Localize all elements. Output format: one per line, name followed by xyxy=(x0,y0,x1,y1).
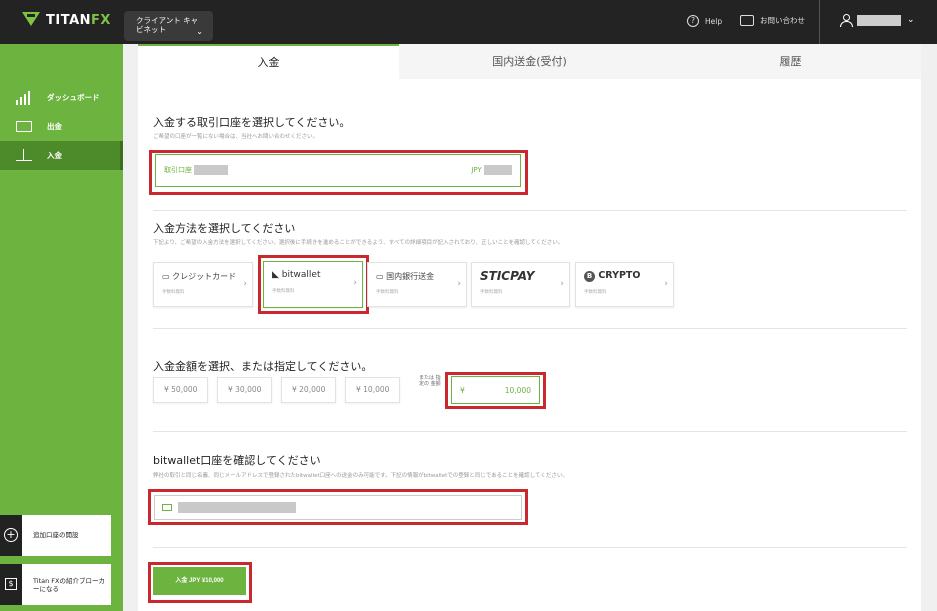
amount-preset-30000[interactable]: ¥ 30,000 xyxy=(217,377,272,403)
bitwallet-icon: ◣ xyxy=(272,270,279,280)
tab-history[interactable]: 履歴 xyxy=(660,44,921,79)
method-section-hint: 下記より、ご希望の入金方法を選択してください。選択後に手続きを進めることができる… xyxy=(153,240,564,246)
deposit-icon xyxy=(16,149,32,161)
introducing-broker-label: Titan FXの紹介ブローカーになる xyxy=(33,577,105,593)
wallet-section-title: bitwallet口座を確認してください xyxy=(153,454,321,467)
main-content: 入金 国内送金(受付) 履歴 入金する取引口座を選択してください。 ご希望の口座… xyxy=(138,44,921,611)
deposit-submit-button[interactable]: 入金 JPY ¥10,000 xyxy=(153,567,246,595)
user-name-redacted xyxy=(857,14,901,26)
method-fee: 手数料無料 xyxy=(584,290,607,295)
sidebar-item-deposit[interactable]: 入金 xyxy=(0,141,123,170)
dollar-icon: $ xyxy=(5,578,17,590)
balance-redacted xyxy=(484,165,512,175)
account-section-hint: ご希望の口座が一覧にない場合は、当社へお問い合わせください。 xyxy=(153,134,319,140)
brand-suffix: FX xyxy=(91,12,111,28)
payment-method-bitwallet[interactable]: ◣ bitwallet 手数料無料 › xyxy=(263,261,363,308)
help-icon: ? xyxy=(687,15,699,27)
sidebar-item-label: ダッシュボード xyxy=(47,93,100,102)
account-select[interactable]: 取引口座 JPY xyxy=(155,154,521,187)
account-currency: JPY xyxy=(471,166,482,174)
yen-symbol: ¥ xyxy=(460,386,465,395)
payment-method-credit-card[interactable]: ▭ クレジットカード 手数料無料 › xyxy=(153,262,253,307)
contact-label: お問い合わせ xyxy=(760,16,805,25)
client-cabinet-dropdown[interactable]: クライアント キャビネット ⌄ xyxy=(124,11,213,41)
payment-method-bank-transfer[interactable]: ▭ 国内銀行送金 手数料無料 › xyxy=(367,262,467,307)
account-section-title: 入金する取引口座を選択してください。 xyxy=(153,116,351,129)
plus-circle-icon: + xyxy=(4,528,18,542)
amount-section-title: 入金金額を選択、または指定してください。 xyxy=(153,360,373,373)
titanfx-logo-icon xyxy=(22,12,40,28)
chat-bubble-icon xyxy=(740,15,754,26)
method-fee: 手数料無料 xyxy=(272,289,295,294)
account-label: 取引口座 xyxy=(164,166,192,174)
user-menu[interactable]: ⌄ xyxy=(840,14,915,27)
tab-deposit[interactable]: 入金 xyxy=(138,44,399,79)
sidebar-item-withdraw[interactable]: 出金 xyxy=(0,112,123,141)
envelope-icon xyxy=(162,504,172,511)
tab-bar: 入金 国内送金(受付) 履歴 xyxy=(138,44,921,79)
sidebar-item-dashboard[interactable]: ダッシュボード xyxy=(0,83,123,112)
chevron-down-icon: ⌄ xyxy=(907,15,915,25)
sidebar: ダッシュボード 出金 入金 + 追加口座の開設 $ Titan FXの紹介ブロー… xyxy=(0,44,123,611)
method-name: 国内銀行送金 xyxy=(386,272,435,281)
chevron-right-icon: › xyxy=(560,279,564,289)
section-divider xyxy=(153,431,907,432)
bitcoin-icon: B xyxy=(584,271,595,282)
open-account-label: 追加口座の開設 xyxy=(33,531,79,539)
chevron-right-icon: › xyxy=(353,278,357,288)
section-divider xyxy=(153,210,907,211)
amount-preset-10000[interactable]: ¥ 10,000 xyxy=(345,377,400,403)
payment-method-sticpay[interactable]: STICPAY 手数料無料 › xyxy=(471,262,570,307)
chevron-right-icon: › xyxy=(457,279,461,289)
email-redacted xyxy=(178,502,296,513)
bar-chart-icon xyxy=(16,90,32,105)
user-icon xyxy=(840,14,853,27)
amount-preset-50000[interactable]: ¥ 50,000 xyxy=(153,377,208,403)
brand-prefix: TITAN xyxy=(46,12,92,28)
method-fee: 手数料無料 xyxy=(376,290,399,295)
custom-amount-label: または 指定の 金額 xyxy=(419,375,441,387)
custom-amount-input[interactable]: ¥ 10,000 xyxy=(451,376,540,404)
wallet-section-hint: 弊社の取引と同じ名義、同じメールアドレスで登録されたbitwallet口座への送… xyxy=(153,473,568,479)
method-name: bitwallet xyxy=(281,270,321,280)
withdraw-icon xyxy=(16,121,32,132)
method-name: CRYPTO xyxy=(598,270,641,281)
chevron-right-icon: › xyxy=(664,279,668,289)
top-bar: TITANFX クライアント キャビネット ⌄ ? Help お問い合わせ ⌄ xyxy=(0,0,937,44)
header-divider xyxy=(819,0,820,44)
open-additional-account-card[interactable]: + 追加口座の開設 xyxy=(0,515,111,556)
tab-domestic-transfer[interactable]: 国内送金(受付) xyxy=(399,44,660,79)
client-cabinet-label: クライアント キャビネット xyxy=(136,16,199,34)
titanfx-logo[interactable]: TITANFX xyxy=(22,12,111,28)
amount-preset-20000[interactable]: ¥ 20,000 xyxy=(281,377,336,403)
sidebar-item-label: 出金 xyxy=(47,122,62,131)
credit-card-icon: ▭ xyxy=(162,272,170,281)
chevron-down-icon: ⌄ xyxy=(196,27,203,36)
introducing-broker-card[interactable]: $ Titan FXの紹介ブローカーになる xyxy=(0,564,111,605)
section-divider xyxy=(153,547,907,548)
chevron-right-icon: › xyxy=(243,279,247,289)
account-number-redacted xyxy=(194,165,229,175)
bank-transfer-icon: ▭ xyxy=(376,272,384,281)
method-fee: 手数料無料 xyxy=(480,290,503,295)
method-name: クレジットカード xyxy=(172,272,237,281)
help-label: Help xyxy=(705,16,723,26)
bitwallet-email-field[interactable] xyxy=(154,495,522,520)
method-section-title: 入金方法を選択してください xyxy=(153,222,296,235)
section-divider xyxy=(153,328,907,329)
payment-method-crypto[interactable]: B CRYPTO 手数料無料 › xyxy=(575,262,674,307)
method-fee: 手数料無料 xyxy=(162,290,185,295)
custom-amount-value: 10,000 xyxy=(504,386,531,395)
help-link[interactable]: ? Help xyxy=(687,15,722,27)
contact-link[interactable]: お問い合わせ xyxy=(740,15,805,26)
sidebar-item-label: 入金 xyxy=(47,151,62,160)
method-name: STICPAY xyxy=(480,269,535,283)
